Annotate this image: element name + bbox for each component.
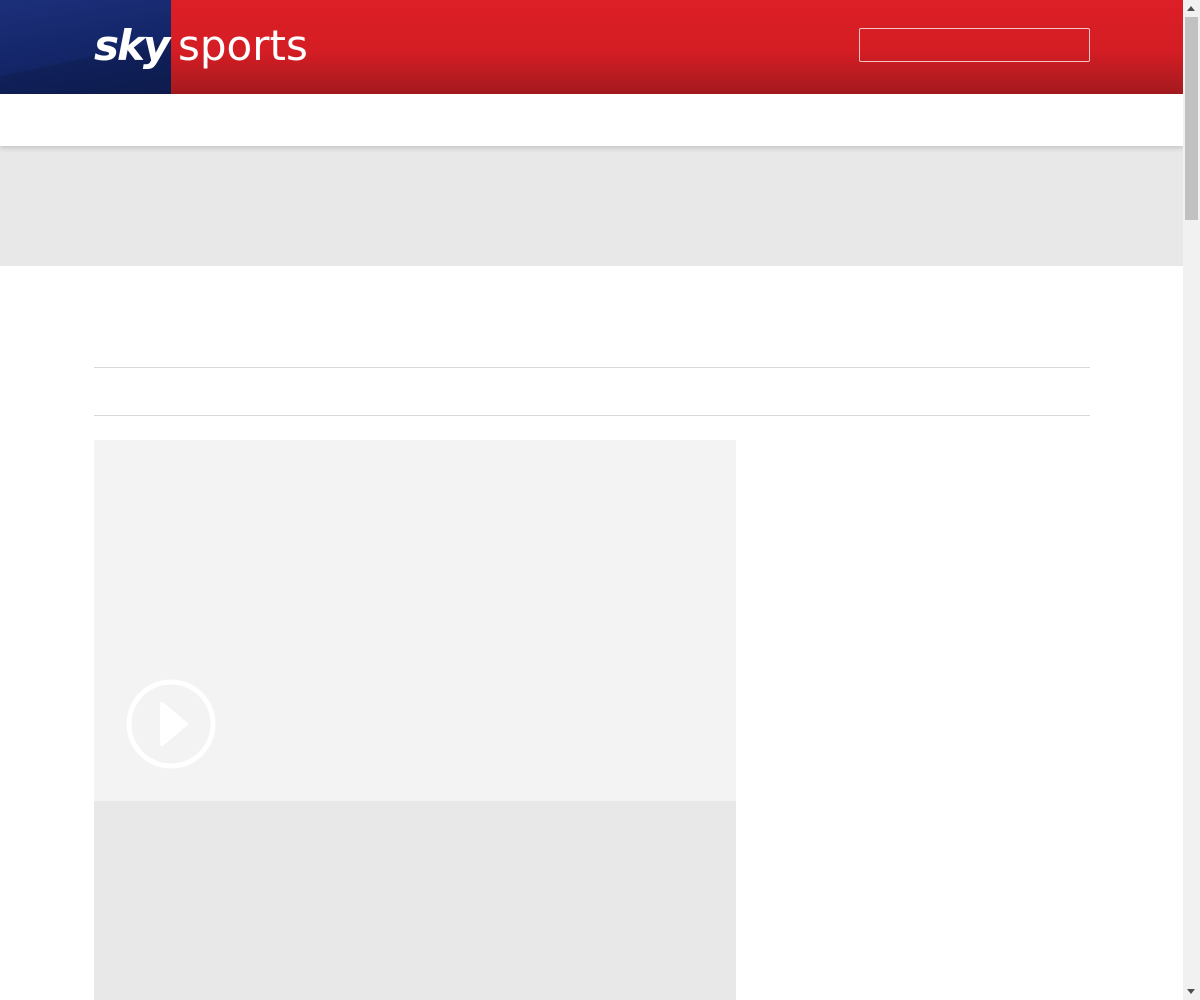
sky-sports-logo[interactable]: sky sports xyxy=(94,18,308,74)
search-input[interactable] xyxy=(860,29,1089,61)
divider xyxy=(94,367,1090,368)
navigation-bar xyxy=(0,94,1183,146)
page-content: sky sports xyxy=(0,0,1183,1000)
scroll-up-arrow-icon[interactable] xyxy=(1183,0,1200,17)
divider xyxy=(94,415,1090,416)
video-player[interactable] xyxy=(94,440,736,801)
play-circle-icon[interactable] xyxy=(126,679,216,769)
vertical-scrollbar[interactable] xyxy=(1183,0,1200,1000)
site-header: sky sports xyxy=(0,0,1183,94)
page: sky sports xyxy=(0,0,1200,1000)
scroll-down-arrow-icon[interactable] xyxy=(1183,983,1200,1000)
play-icon-graphic xyxy=(126,679,216,769)
search-box[interactable] xyxy=(859,28,1090,62)
video-caption-placeholder xyxy=(94,801,736,1000)
scrollbar-thumb[interactable] xyxy=(1185,17,1198,220)
logo-sky-text: sky xyxy=(94,21,170,70)
advert-banner-placeholder xyxy=(0,146,1183,266)
logo-sports-text: sports xyxy=(178,21,308,70)
